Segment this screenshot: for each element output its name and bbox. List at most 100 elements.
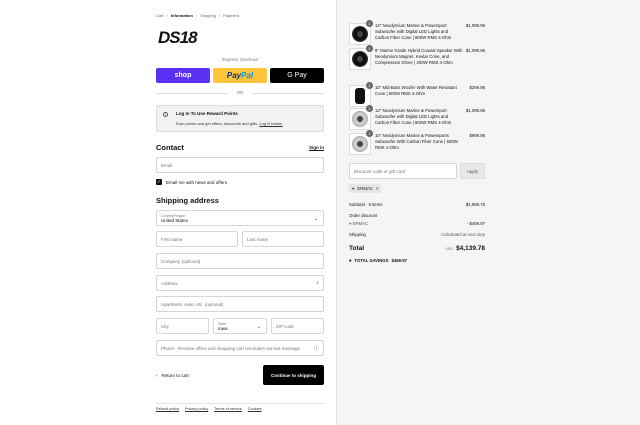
product-name: 12" Neodymium Marine & Powersport Subwoo… <box>375 23 452 41</box>
total-row: Total USD $4,139.78 <box>349 245 485 252</box>
chevron-down-icon: ⌄ <box>256 324 261 330</box>
last-name-field[interactable]: Last name <box>242 231 324 247</box>
line-item: 1 12" Neodymium Marine & Powersport Subw… <box>349 20 485 45</box>
total-savings-row: ⌖ TOTAL SAVINGS $459.97 <box>349 258 485 263</box>
shipping-heading: Shipping address <box>156 196 219 205</box>
chevron-right-icon: › <box>166 13 168 18</box>
product-name: 8" Marine Grade Hybrid Coaxial Speaker W… <box>375 48 463 66</box>
apartment-field[interactable]: Apartment, suite, etc. (optional) <box>156 296 324 312</box>
woofer-image <box>355 88 365 104</box>
country-value: United States <box>161 217 189 223</box>
checkbox-checked-icon[interactable]: ✓ <box>156 179 162 185</box>
continue-to-shipping-button[interactable]: Continue to shipping <box>263 365 324 385</box>
paypal-pay-text: Pay <box>226 71 242 80</box>
discount-code-input[interactable]: Discount code or gift card <box>349 163 457 179</box>
product-name: 12" Neodymium Marine & Powersport Subwoo… <box>375 108 452 126</box>
shipping-row: Shipping Calculated at next step <box>349 232 485 237</box>
subtotal-row: Subtotal · 5 items $4,599.75 <box>349 202 485 207</box>
product-price: $999.95 <box>469 133 485 138</box>
state-select[interactable]: State Iowa ⌄ <box>213 318 267 334</box>
breadcrumb-shipping: Shipping <box>200 13 216 18</box>
subwoofer-image <box>352 26 368 42</box>
quantity-badge: 1 <box>366 130 373 137</box>
subwoofer-image <box>352 111 368 127</box>
shop-pay-button[interactable]: shop <box>156 68 210 83</box>
close-icon[interactable]: × <box>376 186 379 191</box>
chevron-right-icon: › <box>195 13 198 18</box>
zip-field[interactable]: ZIP code <box>271 318 324 334</box>
first-name-field[interactable]: First name <box>156 231 238 247</box>
terms-link[interactable]: Terms of service <box>214 407 242 411</box>
or-divider: OR <box>156 90 324 95</box>
line-item: 1 12" Neodymium Marine & Powersport Subw… <box>349 105 485 130</box>
reward-login-link[interactable]: Log in below. <box>259 121 282 126</box>
discount-code: ⌖ ERMAC <box>349 221 368 226</box>
subwoofer-image <box>352 136 368 152</box>
cookies-link[interactable]: Cookies <box>248 407 262 411</box>
quantity-badge: 1 <box>366 20 373 27</box>
discount-tag: ⌖ ERMAC × <box>349 184 382 193</box>
discount-code-row: ⌖ ERMAC - $459.97 <box>349 221 485 226</box>
subtotal-value: $4,599.75 <box>465 202 485 207</box>
state-value: Iowa <box>218 325 228 331</box>
google-pay-button[interactable]: G Pay <box>270 68 324 83</box>
savings-label: TOTAL SAVINGS <box>354 258 389 263</box>
paypal-pal-text: Pal <box>241 71 254 80</box>
search-icon: ⌕ <box>316 280 319 286</box>
subtotal-label: Subtotal · 5 items <box>349 202 383 207</box>
order-discount-label: Order discount <box>349 213 378 218</box>
breadcrumb-payment: Payment <box>223 13 239 18</box>
apply-button[interactable]: Apply <box>460 163 485 179</box>
city-field[interactable]: City <box>156 318 209 334</box>
paypal-button[interactable]: Pay Pal <box>213 68 267 83</box>
contact-heading: Contact <box>156 143 184 152</box>
speaker-image <box>352 51 368 67</box>
tag-icon: ⌖ <box>352 186 355 191</box>
chevron-left-icon: ‹ <box>156 373 158 378</box>
svg-text:DS18: DS18 <box>158 29 198 45</box>
product-price: $1,099.95 <box>465 48 485 53</box>
order-discount-row: Order discount <box>349 213 485 218</box>
line-item: 1 10" Neodymium Marine & Powersports Sub… <box>349 130 485 155</box>
help-circle-icon[interactable]: ⓘ <box>314 345 319 352</box>
tag-icon: ⌖ <box>349 258 352 263</box>
company-field[interactable]: Company (optional) <box>156 253 324 269</box>
total-value: $4,139.78 <box>456 245 485 252</box>
address-field[interactable]: Address ⌕ <box>156 275 324 291</box>
reward-description: Earn points and get offers, discounts an… <box>176 121 317 126</box>
brand-logo[interactable]: DS18 <box>158 29 220 45</box>
email-field[interactable]: Email <box>156 157 324 173</box>
discount-value: - $459.97 <box>466 221 485 226</box>
express-checkout-label: Express checkout <box>222 57 258 62</box>
sign-in-link[interactable]: Sign in <box>309 145 324 150</box>
news-opt-in[interactable]: ✓ Email me with news and offers <box>156 179 324 185</box>
line-item: 1 8" Marine Grade Hybrid Coaxial Speaker… <box>349 45 485 76</box>
product-price: $299.95 <box>469 85 485 90</box>
return-label: Return to cart <box>161 373 189 378</box>
country-select[interactable]: Country/Region United States ⌄ <box>156 210 324 226</box>
phone-field[interactable]: Phone - Receive offers and shopping cart… <box>156 340 324 356</box>
product-name: 10" Neodymium Marine & Powersports Subwo… <box>375 133 458 151</box>
footer-divider <box>156 403 324 404</box>
chevron-right-icon: › <box>218 13 221 18</box>
shipping-value: Calculated at next step <box>441 232 485 237</box>
checkout-form-panel: Cart › Information › Shipping › Payment … <box>0 0 336 425</box>
quantity-badge: 1 <box>366 45 373 52</box>
shipping-label: Shipping <box>349 232 366 237</box>
chevron-down-icon: ⌄ <box>313 216 318 222</box>
currency-code: USD <box>445 247 454 251</box>
reward-desc-text: Earn points and get offers, discounts an… <box>176 121 259 126</box>
refund-policy-link[interactable]: Refund policy <box>156 407 179 411</box>
policy-links: Refund policy Privacy policy Terms of se… <box>156 407 324 411</box>
reward-points-box: i Log In To Use Reward Points Earn point… <box>156 105 324 132</box>
product-price: $1,099.95 <box>465 23 485 28</box>
savings-value: $459.97 <box>391 258 408 263</box>
address-placeholder: Address <box>161 280 178 286</box>
quantity-badge: 1 <box>366 82 373 89</box>
line-item: 1 10" Mid-Bass Woofer With Water Resista… <box>349 82 485 107</box>
product-price: $1,099.95 <box>465 108 485 113</box>
breadcrumb-cart[interactable]: Cart <box>156 13 164 18</box>
breadcrumb-information: Information <box>170 13 193 18</box>
privacy-policy-link[interactable]: Privacy policy <box>185 407 208 411</box>
quantity-badge: 1 <box>366 105 373 112</box>
